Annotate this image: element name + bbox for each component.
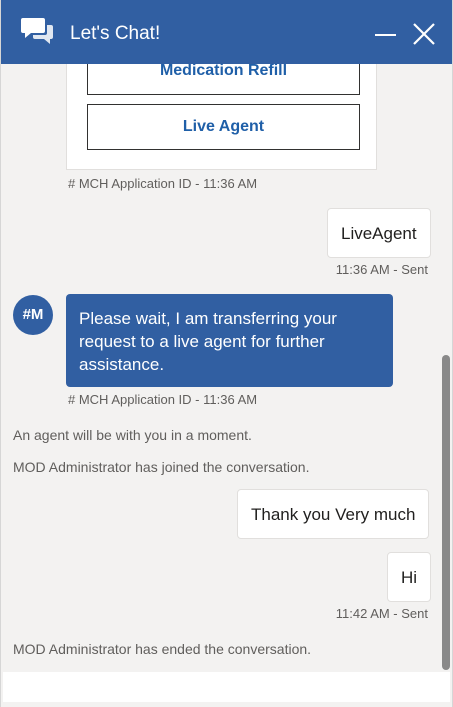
live-agent-button[interactable]: Live Agent [87, 104, 360, 150]
close-button[interactable] [408, 18, 440, 50]
system-message: MOD Administrator has joined the convers… [13, 459, 310, 475]
minimize-button[interactable] [369, 18, 399, 48]
minimize-icon [375, 34, 396, 36]
user-message-meta: 11:42 AM - Sent [335, 606, 428, 621]
chat-title: Let's Chat! [70, 23, 161, 44]
avatar: #M [13, 295, 53, 335]
bot-message-meta: # MCH Application ID - 11:36 AM [68, 176, 258, 191]
chat-footer [3, 672, 450, 702]
system-message: MOD Administrator has ended the conversa… [13, 641, 312, 657]
bot-message-meta: # MCH Application ID - 11:36 AM [68, 392, 258, 407]
user-message: LiveAgent [327, 208, 431, 258]
option-card: Medication Refill Live Agent [66, 64, 377, 170]
user-message-meta: 11:36 AM - Sent [335, 262, 428, 277]
bot-message: Please wait, I am transferring your requ… [66, 294, 393, 387]
user-message: Thank you Very much [237, 489, 430, 539]
user-message: Hi [387, 552, 432, 602]
chat-bubbles-icon [21, 16, 55, 46]
message-list: Medication Refill Live Agent # MCH Appli… [1, 64, 452, 672]
chat-header: Let's Chat! [1, 0, 452, 64]
close-icon [413, 23, 435, 45]
medication-refill-button[interactable]: Medication Refill [87, 64, 360, 95]
message-scrollbar[interactable] [442, 355, 450, 670]
chat-widget: Let's Chat! Medication Refill Live Agent… [0, 0, 453, 707]
system-message: An agent will be with you in a moment. [13, 427, 252, 443]
